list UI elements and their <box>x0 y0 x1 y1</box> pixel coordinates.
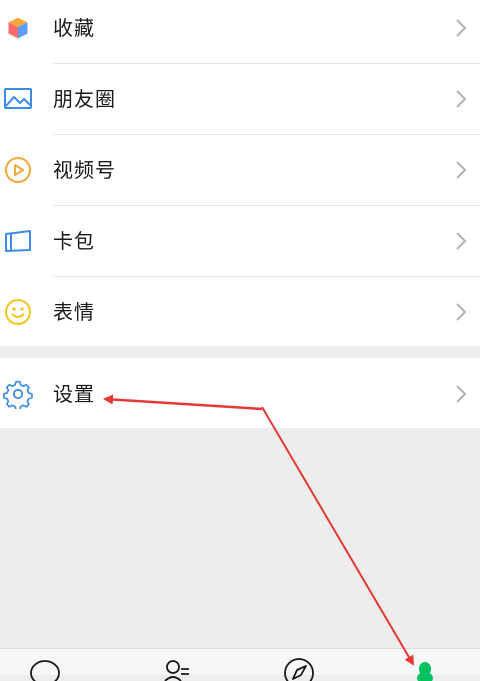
menu-row-stickers[interactable]: 表情 <box>0 277 480 348</box>
chevron-right-icon <box>456 161 467 179</box>
contacts-person-icon[interactable] <box>155 655 195 681</box>
favorites-cube-icon <box>7 16 29 40</box>
chevron-right-icon <box>456 303 467 321</box>
menu-row-channels[interactable]: 视频号 <box>0 135 480 206</box>
menu-row-moments[interactable]: 朋友圈 <box>0 64 480 135</box>
card-wallet-icon <box>5 230 31 252</box>
channels-play-icon <box>5 157 31 183</box>
chats-bubble-icon[interactable] <box>25 655 65 681</box>
bottom-tab-bar <box>0 648 480 681</box>
menu-row-card-wallet[interactable]: 卡包 <box>0 206 480 277</box>
menu-section: 收藏 朋友圈 视频号 卡包 表情 <box>0 0 480 346</box>
menu-row-settings[interactable]: 设置 <box>0 358 480 429</box>
settings-section: 设置 <box>0 358 480 428</box>
chevron-right-icon <box>456 90 467 108</box>
chevron-right-icon <box>456 385 467 403</box>
menu-label-channels: 视频号 <box>53 158 116 182</box>
menu-row-favorites[interactable]: 收藏 <box>0 0 480 65</box>
moments-image-icon <box>4 88 32 109</box>
chevron-right-icon <box>456 232 467 250</box>
menu-label-card-wallet: 卡包 <box>53 229 95 253</box>
discover-compass-icon[interactable] <box>279 655 319 681</box>
gear-icon <box>3 380 33 409</box>
sticker-smiley-icon <box>5 299 31 325</box>
menu-label-stickers: 表情 <box>53 300 95 324</box>
menu-label-favorites: 收藏 <box>53 16 95 40</box>
chevron-right-icon <box>456 19 467 37</box>
menu-label-settings: 设置 <box>53 382 95 406</box>
annotation-arrow-to-me-tab <box>261 406 415 666</box>
me-person-icon[interactable] <box>406 655 446 681</box>
menu-label-moments: 朋友圈 <box>53 87 116 111</box>
